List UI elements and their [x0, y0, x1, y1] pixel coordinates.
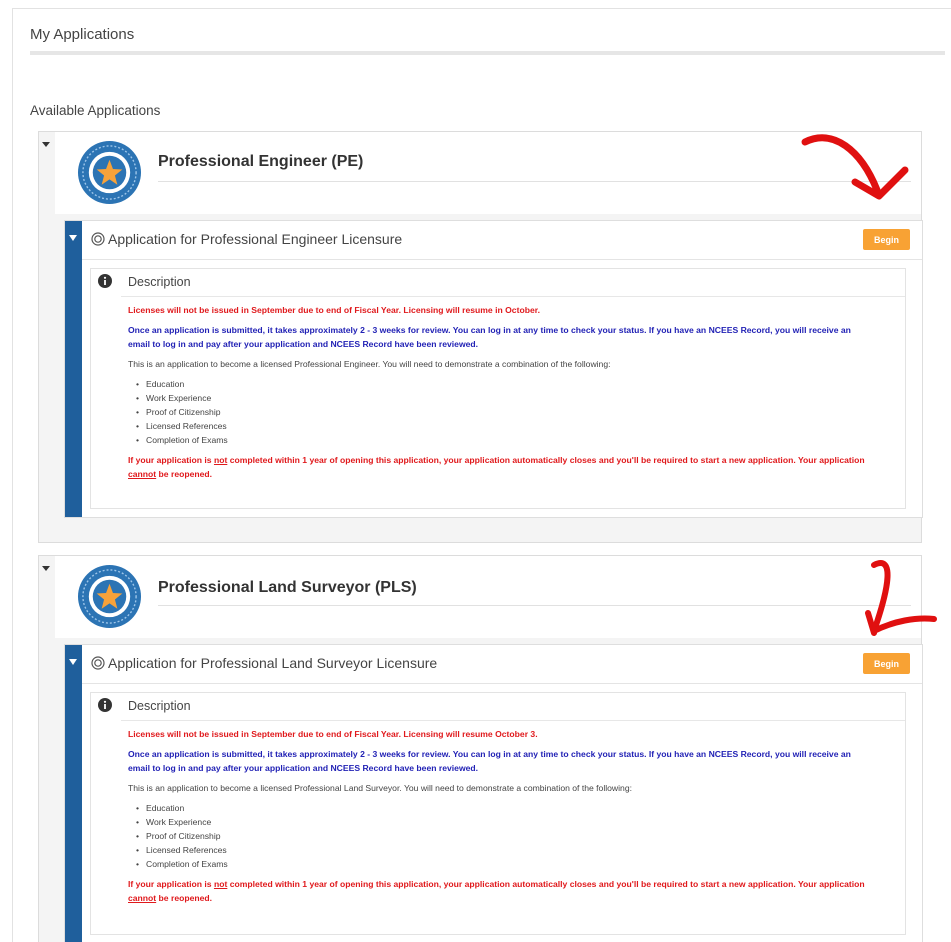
section-label: Available Applications — [30, 103, 161, 118]
application-group-pe: Professional Engineer (PE) Application f… — [38, 131, 923, 543]
list-item: Work Experience — [136, 391, 898, 405]
card-heading: Application for Professional Land Survey… — [91, 655, 437, 671]
description-header: Description — [128, 275, 191, 289]
description-divider — [121, 296, 905, 297]
description-body: Licenses will not be issued in September… — [128, 303, 898, 481]
review-info-line: email to log in and pay after your appli… — [128, 763, 479, 773]
application-title: Professional Land Surveyor (PLS) — [158, 579, 417, 596]
list-item: Licensed References — [136, 843, 898, 857]
application-header: Professional Land Surveyor (PLS) — [55, 556, 921, 638]
list-item: Completion of Exams — [136, 433, 898, 447]
application-card: Application for Professional Engineer Li… — [64, 220, 923, 518]
fiscal-year-notice: Licenses will not be issued in September… — [128, 305, 540, 315]
header-divider — [158, 605, 911, 606]
list-item: Work Experience — [136, 815, 898, 829]
caret-down-icon[interactable] — [69, 235, 77, 241]
requirements-list: Education Work Experience Proof of Citiz… — [136, 377, 898, 447]
card-title: Application for Professional Engineer Li… — [108, 231, 403, 247]
list-item: Completion of Exams — [136, 857, 898, 871]
card-divider — [82, 683, 922, 684]
application-intro: This is an application to become a licen… — [128, 783, 632, 793]
application-title: Professional Engineer (PE) — [158, 153, 364, 170]
target-icon — [91, 656, 105, 670]
expiration-warning: If your application is not completed wit… — [128, 455, 865, 479]
collapse-bar[interactable] — [65, 221, 82, 517]
requirements-list: Education Work Experience Proof of Citiz… — [136, 801, 898, 871]
application-intro: This is an application to become a licen… — [128, 359, 611, 369]
fiscal-year-notice: Licenses will not be issued in September… — [128, 729, 538, 739]
info-circle-icon — [98, 698, 112, 712]
target-icon — [91, 232, 105, 246]
list-item: Education — [136, 801, 898, 815]
star-badge-icon — [77, 564, 142, 629]
description-box: Description Licenses will not be issued … — [90, 692, 906, 935]
card-title: Application for Professional Land Survey… — [108, 655, 438, 671]
application-card: Application for Professional Land Survey… — [64, 644, 923, 942]
caret-down-icon[interactable] — [69, 659, 77, 665]
star-badge-icon — [77, 140, 142, 205]
collapse-bar[interactable] — [65, 645, 82, 942]
card-divider — [82, 259, 922, 260]
review-info-line: Once an application is submitted, it tak… — [128, 749, 851, 759]
application-group-pls: Professional Land Surveyor (PLS) Applica… — [38, 555, 923, 942]
annotation-arrow — [865, 560, 937, 636]
review-info-line: Once an application is submitted, it tak… — [128, 325, 851, 335]
expiration-warning: If your application is not completed wit… — [128, 879, 865, 903]
page-title: My Applications — [30, 26, 135, 43]
caret-down-icon[interactable] — [42, 142, 50, 147]
list-item: Education — [136, 377, 898, 391]
caret-down-icon[interactable] — [42, 566, 50, 571]
card-heading: Application for Professional Engineer Li… — [91, 231, 402, 247]
begin-button[interactable]: Begin — [863, 653, 910, 674]
title-divider — [30, 51, 945, 55]
description-body: Licenses will not be issued in September… — [128, 727, 898, 905]
description-box: Description Licenses will not be issued … — [90, 268, 906, 509]
info-circle-icon — [98, 274, 112, 288]
begin-button[interactable]: Begin — [863, 229, 910, 250]
annotation-arrow — [801, 134, 909, 200]
list-item: Proof of Citizenship — [136, 829, 898, 843]
list-item: Licensed References — [136, 419, 898, 433]
list-item: Proof of Citizenship — [136, 405, 898, 419]
description-divider — [121, 720, 905, 721]
application-header: Professional Engineer (PE) — [55, 132, 921, 214]
description-header: Description — [128, 699, 191, 713]
review-info-line: email to log in and pay after your appli… — [128, 339, 479, 349]
